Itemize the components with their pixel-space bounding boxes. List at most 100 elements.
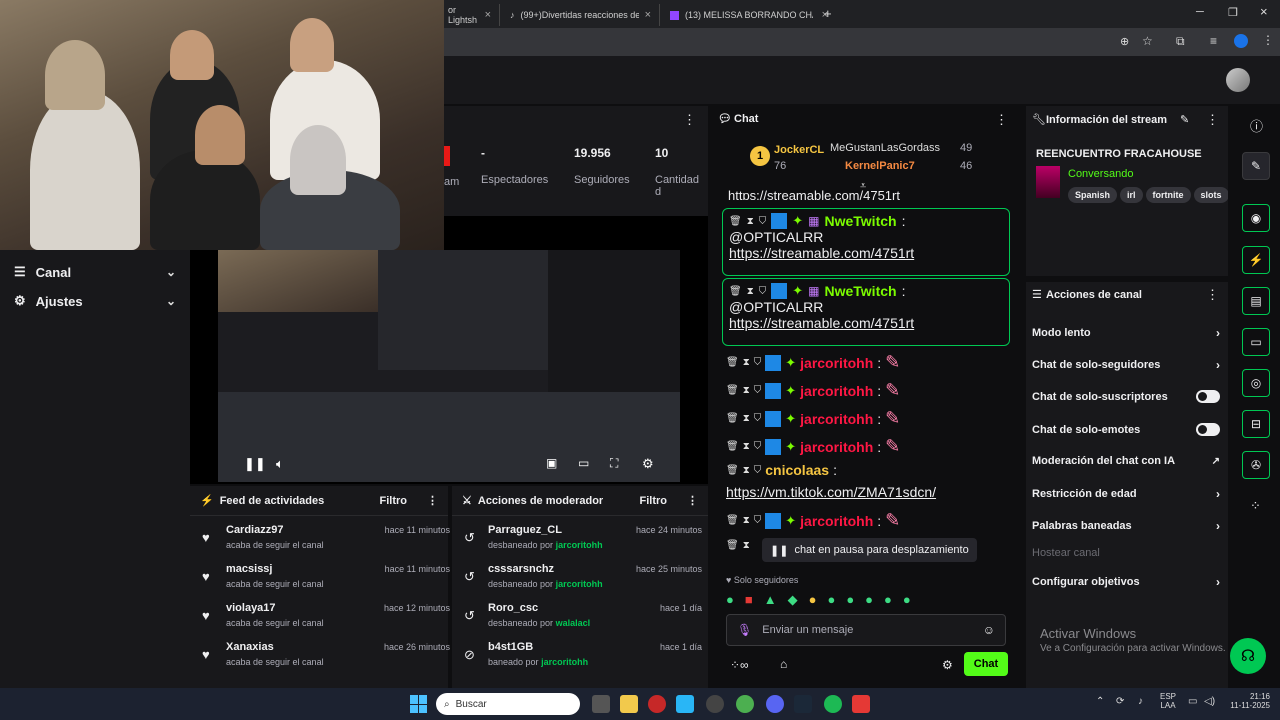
action-followers-only[interactable]: Chat de solo-seguidores ›: [1032, 358, 1220, 372]
top2-name[interactable]: MeGustanLasGordass: [830, 142, 940, 154]
leader-name[interactable]: JockerCL: [774, 144, 824, 156]
chat-input[interactable]: 🎙︎ Enviar un mensaje ☺: [726, 614, 1006, 646]
user-avatar[interactable]: [1226, 68, 1250, 92]
steam-icon[interactable]: [794, 695, 812, 713]
media-icon[interactable]: ≡: [1210, 34, 1217, 48]
mod-target[interactable]: b4st1GB: [488, 641, 533, 653]
trash-icon[interactable]: 🗑︎: [726, 385, 739, 396]
chat-link[interactable]: https://streamable.com/4751rt: [729, 315, 1003, 331]
chat-link[interactable]: https://vm.tiktok.com/ZMA71sdcn/: [726, 484, 936, 500]
support-headset-icon[interactable]: ☊: [1230, 638, 1266, 674]
document-icon[interactable]: ▤: [1242, 287, 1270, 315]
browser-tab[interactable]: ♪ (99+)Divertidas reacciones de S ×: [502, 4, 660, 26]
pause-icon[interactable]: ❚❚: [244, 456, 266, 472]
action-banned-words[interactable]: Palabras baneadas ›: [1032, 519, 1220, 533]
window-icon[interactable]: ⊟: [1242, 410, 1270, 438]
timeout-icon[interactable]: ⧗: [743, 441, 750, 452]
subs-only-toggle[interactable]: [1196, 390, 1220, 403]
kick-icon[interactable]: ⁘∞: [730, 658, 749, 672]
emote-icon[interactable]: ◆: [788, 592, 798, 610]
mod-by[interactable]: jarcoritohh: [556, 540, 603, 550]
trash-icon[interactable]: 🗑︎: [726, 413, 739, 424]
emote-icon[interactable]: ▲: [764, 592, 777, 610]
task-view-icon[interactable]: [592, 695, 610, 713]
app-icon[interactable]: [706, 695, 724, 713]
lightning-icon[interactable]: ⚡: [1242, 246, 1270, 274]
chat-username[interactable]: NweTwitch: [824, 213, 896, 229]
app-icon[interactable]: [852, 695, 870, 713]
extensions-icon[interactable]: ⧉: [1176, 34, 1185, 49]
feed-user[interactable]: violaya17: [226, 602, 276, 614]
file-explorer-icon[interactable]: [620, 695, 638, 713]
mod-by[interactable]: jarcoritohh: [556, 579, 603, 589]
network-icon[interactable]: ▭: [1188, 696, 1197, 707]
volume-icon[interactable]: ◁): [1204, 696, 1215, 707]
zoom-icon[interactable]: ⊕: [1120, 35, 1129, 48]
windows-start-icon[interactable]: [410, 695, 428, 713]
new-tab-button[interactable]: +: [824, 6, 832, 21]
nav-canal[interactable]: ☰ Canal ⌄: [14, 264, 176, 280]
action-slow-mode[interactable]: Modo lento ›: [1032, 326, 1220, 340]
chat-username[interactable]: cnicolaas: [765, 462, 829, 478]
trash-icon[interactable]: 🗑︎: [729, 216, 742, 227]
settings-gear-icon[interactable]: ⚙: [642, 456, 654, 472]
video-player[interactable]: ❚❚ 🔈︎ ▣ ▭ ⛶ ⚙: [190, 216, 708, 484]
more-icon[interactable]: ⋮: [1262, 33, 1274, 47]
feed-user[interactable]: Xanaxias: [226, 641, 274, 653]
tag[interactable]: fortnite: [1145, 187, 1191, 203]
trash-icon[interactable]: 🗑︎: [729, 286, 742, 297]
broadcast-icon[interactable]: ◎: [1242, 369, 1270, 397]
emote-icon[interactable]: ●: [884, 592, 892, 610]
info-icon[interactable]: ⓘ: [1250, 116, 1263, 135]
more-icon[interactable]: ⋮: [687, 494, 698, 507]
emote-icon[interactable]: ●: [726, 592, 734, 610]
timeout-icon[interactable]: ⧗: [743, 385, 750, 396]
kick-logo-icon[interactable]: ⁘: [1250, 498, 1261, 514]
nav-ajustes[interactable]: ⚙ Ajustes ⌄: [14, 293, 176, 309]
store-icon[interactable]: ⌂: [780, 657, 787, 671]
chat-paused-banner[interactable]: ❚❚ chat en pausa para desplazamiento: [762, 538, 977, 562]
chat-partial-link[interactable]: https://streamable.com/4751rt: [728, 188, 900, 200]
chat-send-button[interactable]: Chat: [964, 652, 1008, 676]
more-icon[interactable]: ⋮: [427, 494, 438, 507]
more-icon[interactable]: ⋮: [683, 112, 696, 128]
opera-icon[interactable]: [648, 695, 666, 713]
filter-button[interactable]: Filtro: [640, 495, 668, 507]
taskbar-search[interactable]: ⌕ Buscar: [436, 693, 580, 715]
discord-icon[interactable]: [766, 695, 784, 713]
chat-username[interactable]: jarcoritohh: [800, 439, 873, 455]
filter-button[interactable]: Filtro: [380, 495, 408, 507]
language-indicator[interactable]: ESP LAA: [1160, 692, 1176, 710]
browser-tab[interactable]: (13) MELISSA BORRANDO CHA ×: [662, 4, 836, 26]
camera-icon[interactable]: ◉: [1242, 204, 1270, 232]
edit-icon[interactable]: ✎: [1242, 152, 1270, 180]
chat-bubble-icon[interactable]: ▭: [1242, 328, 1270, 356]
clip-icon[interactable]: ▭: [578, 456, 589, 470]
close-icon[interactable]: ×: [485, 9, 491, 21]
action-configure-goals[interactable]: Configurar objetivos ›: [1032, 575, 1220, 589]
tag[interactable]: irl: [1120, 187, 1143, 203]
timeout-icon[interactable]: ⧗: [743, 515, 750, 526]
mic-icon[interactable]: ♪: [1138, 696, 1143, 707]
microphone-icon[interactable]: 🎙︎: [737, 623, 752, 637]
chrome-icon[interactable]: [736, 695, 754, 713]
emoji-icon[interactable]: ☺: [983, 623, 995, 637]
mod-by[interactable]: jarcoritohh: [541, 657, 588, 667]
feed-user[interactable]: Cardiazz97: [226, 524, 283, 536]
mod-target[interactable]: csssarsnchz: [488, 563, 554, 575]
stream-category[interactable]: Conversando: [1068, 168, 1133, 180]
close-window-icon[interactable]: ×: [1260, 4, 1268, 19]
timeout-icon[interactable]: ⧗: [743, 540, 750, 551]
emote-icon[interactable]: ●: [809, 592, 817, 610]
maximize-icon[interactable]: ❐: [1228, 6, 1238, 19]
more-icon[interactable]: ⋮: [995, 112, 1008, 128]
volume-icon[interactable]: 🔈︎: [276, 456, 284, 472]
emote-icon[interactable]: ●: [903, 592, 911, 610]
tag[interactable]: slots: [1193, 187, 1228, 203]
mod-by[interactable]: walalacl: [556, 618, 591, 628]
emote-icon[interactable]: ●: [865, 592, 873, 610]
bookmark-star-icon[interactable]: ☆: [1142, 34, 1153, 48]
action-age-restriction[interactable]: Restricción de edad ›: [1032, 487, 1220, 501]
trash-icon[interactable]: 🗑︎: [726, 465, 739, 476]
fullscreen-icon[interactable]: ⛶: [610, 456, 618, 471]
